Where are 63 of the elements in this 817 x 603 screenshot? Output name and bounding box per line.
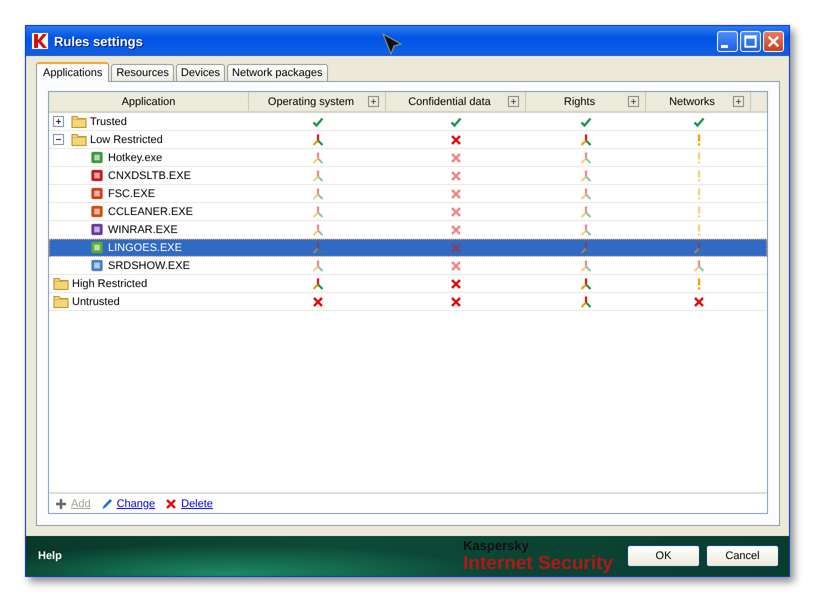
- expand-column-icon[interactable]: [508, 96, 519, 107]
- folder-icon: [71, 114, 87, 129]
- rule-name: Hotkey.exe: [108, 152, 162, 164]
- tab[interactable]: Network packages: [227, 64, 328, 81]
- rule-name: CNXDSLTB.EXE: [108, 170, 191, 182]
- table-row[interactable]: FSC.EXE: [49, 185, 767, 203]
- rule-name: LINGOES.EXE: [108, 242, 182, 254]
- action-link[interactable]: Change: [100, 498, 156, 510]
- expand-icon[interactable]: [53, 116, 64, 127]
- table-row[interactable]: Untrusted: [49, 293, 767, 311]
- application-icon: [89, 186, 105, 201]
- cursor-icon: [381, 32, 405, 56]
- minimize-button[interactable]: [717, 30, 738, 52]
- folder-icon: [71, 132, 87, 147]
- column-header[interactable]: Application: [49, 92, 249, 111]
- window-title: Rules settings: [54, 34, 143, 48]
- tab[interactable]: Devices: [176, 64, 226, 81]
- app-logo-icon: [32, 33, 48, 49]
- expand-column-icon[interactable]: [733, 96, 744, 107]
- rule-name: Low Restricted: [90, 134, 163, 146]
- column-header[interactable]: Confidential data: [386, 92, 526, 111]
- application-icon: [89, 222, 105, 237]
- product-name: Internet Security: [463, 552, 613, 574]
- folder-icon: [53, 294, 69, 309]
- application-icon: [89, 150, 105, 165]
- table-row[interactable]: Trusted: [49, 113, 767, 131]
- dialog-button[interactable]: OK: [627, 545, 700, 567]
- table-row[interactable]: LINGOES.EXE: [49, 239, 767, 257]
- rule-name: Trusted: [90, 116, 127, 128]
- collapse-icon[interactable]: [53, 134, 64, 145]
- column-header[interactable]: Operating system: [249, 92, 386, 111]
- application-icon: [89, 240, 105, 255]
- tab[interactable]: Resources: [111, 64, 174, 81]
- expand-column-icon[interactable]: [628, 96, 639, 107]
- application-icon: [89, 204, 105, 219]
- pencil-icon: [100, 498, 113, 510]
- table-row[interactable]: CCLEANER.EXE: [49, 203, 767, 221]
- column-header[interactable]: Networks: [646, 92, 751, 111]
- rule-name: WINRAR.EXE: [108, 224, 178, 236]
- table-row[interactable]: Hotkey.exe: [49, 149, 767, 167]
- folder-icon: [53, 276, 69, 291]
- action-link[interactable]: Delete: [165, 498, 213, 510]
- close-button[interactable]: [763, 30, 784, 52]
- maximize-button[interactable]: [740, 30, 761, 52]
- table-row[interactable]: CNXDSLTB.EXE: [49, 167, 767, 185]
- cross-icon: [165, 498, 178, 510]
- rule-name: SRDSHOW.EXE: [108, 260, 190, 272]
- tab[interactable]: Applications: [36, 62, 110, 82]
- rule-name: CCLEANER.EXE: [108, 206, 193, 218]
- column-header[interactable]: Rights: [526, 92, 646, 111]
- help-link[interactable]: Help: [38, 550, 62, 562]
- application-icon: [89, 168, 105, 183]
- minimize-icon: [721, 44, 728, 48]
- table-row[interactable]: High Restricted: [49, 275, 767, 293]
- table-row[interactable]: Low Restricted: [49, 131, 767, 149]
- rule-name: Untrusted: [72, 296, 120, 308]
- table-row[interactable]: SRDSHOW.EXE: [49, 257, 767, 275]
- rule-name: High Restricted: [72, 278, 148, 290]
- rule-name: FSC.EXE: [108, 188, 156, 200]
- dialog-button[interactable]: Cancel: [706, 545, 779, 567]
- plus-icon: [55, 498, 67, 510]
- application-icon: [89, 258, 105, 273]
- expand-column-icon[interactable]: [368, 96, 379, 107]
